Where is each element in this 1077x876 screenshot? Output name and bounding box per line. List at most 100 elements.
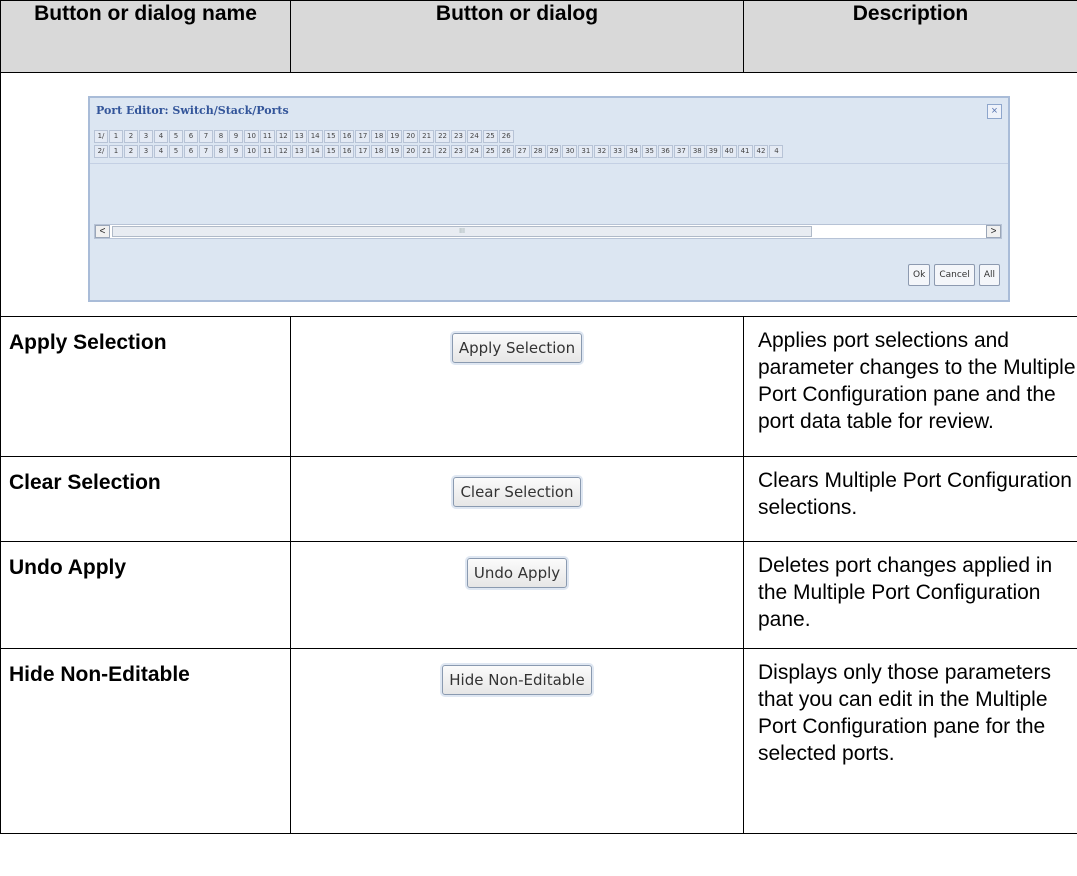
port-cell[interactable]: 42	[753, 145, 769, 158]
port-cell[interactable]: 3	[139, 130, 153, 143]
table-row: Apply Selection Apply Selection Applies …	[0, 316, 1077, 457]
port-cell[interactable]: 24	[466, 145, 482, 158]
scroll-right-icon[interactable]: >	[986, 225, 1001, 238]
port-cell[interactable]: 7	[199, 145, 213, 158]
all-button[interactable]: All	[978, 264, 1000, 286]
close-icon[interactable]: ×	[987, 104, 1002, 119]
port-cell[interactable]: 35	[642, 145, 657, 158]
port-cell[interactable]: 21	[419, 145, 435, 158]
port-cell[interactable]: 7	[199, 130, 213, 143]
row-description: Applies port selections and parameter ch…	[743, 316, 1077, 457]
row-description: Clears Multiple Port Configuration selec…	[743, 456, 1077, 542]
port-cell[interactable]: 17	[355, 130, 371, 143]
port-cell[interactable]: 21	[419, 130, 435, 143]
port-cell[interactable]: 2	[124, 145, 138, 158]
port-cell[interactable]: 19	[387, 130, 403, 143]
cancel-button[interactable]: Cancel	[934, 264, 975, 286]
port-cell[interactable]: 37	[673, 145, 689, 158]
horizontal-scrollbar[interactable]: < III >	[94, 224, 1002, 239]
port-cell[interactable]: 33	[610, 145, 626, 158]
row-button-cell: Undo Apply	[290, 541, 744, 649]
port-cell[interactable]: 4	[769, 145, 784, 158]
port-cell[interactable]: 25	[482, 130, 498, 143]
port-cell[interactable]: 39	[705, 145, 721, 158]
ok-button[interactable]: Ok	[908, 264, 931, 286]
port-cell[interactable]: 9	[229, 145, 243, 158]
scroll-left-icon[interactable]: <	[95, 225, 110, 238]
port-cell[interactable]: 14	[307, 145, 323, 158]
apply-selection-button[interactable]: Apply Selection	[451, 333, 583, 363]
port-cell[interactable]: 1	[109, 130, 123, 143]
table-row: Undo Apply Undo Apply Deletes port chang…	[0, 541, 1077, 649]
port-cell[interactable]: 31	[578, 145, 594, 158]
port-cell[interactable]: 1	[109, 145, 123, 158]
header-description: Description	[743, 0, 1077, 73]
port-cell[interactable]: 23	[450, 130, 466, 143]
port-cell[interactable]: 4	[154, 145, 168, 158]
table-header-row: Button or dialog name Button or dialog D…	[0, 0, 1077, 73]
port-cell[interactable]: 34	[626, 145, 642, 158]
port-cell[interactable]: 26	[498, 145, 514, 158]
port-cell[interactable]: 5	[169, 145, 183, 158]
port-cell[interactable]: 11	[259, 145, 275, 158]
port-cell[interactable]: 40	[721, 145, 737, 158]
port-cell[interactable]: 22	[435, 130, 450, 143]
port-cell[interactable]: 32	[594, 145, 610, 158]
port-cell[interactable]: 10	[244, 130, 259, 143]
port-cell[interactable]: 12	[275, 130, 291, 143]
port-cell[interactable]: 30	[562, 145, 578, 158]
port-cell[interactable]: 5	[169, 130, 183, 143]
port-cell[interactable]: 36	[657, 145, 673, 158]
port-cell[interactable]: 25	[482, 145, 498, 158]
port-cell[interactable]: 29	[546, 145, 562, 158]
row-name: Clear Selection	[0, 456, 291, 542]
port-cell[interactable]: 19	[387, 145, 403, 158]
scroll-thumb[interactable]: III	[112, 226, 812, 237]
port-cell[interactable]: 13	[291, 130, 307, 143]
table-row: Hide Non-Editable Hide Non-Editable Disp…	[0, 648, 1077, 834]
port-cell[interactable]: 8	[214, 130, 228, 143]
port-cell[interactable]: 15	[323, 130, 339, 143]
port-cell[interactable]: 10	[244, 145, 259, 158]
port-cell[interactable]: 18	[371, 130, 387, 143]
port-cell[interactable]: 6	[184, 130, 198, 143]
port-cell[interactable]: 18	[371, 145, 387, 158]
port-cell[interactable]: 12	[275, 145, 291, 158]
port-editor-dialog: Port Editor: Switch/Stack/Ports × 1/ 123…	[88, 96, 1010, 302]
port-cell[interactable]: 14	[307, 130, 323, 143]
port-cell[interactable]: 20	[403, 130, 419, 143]
port-cell[interactable]: 16	[339, 130, 355, 143]
port-cell[interactable]: 4	[154, 130, 168, 143]
port-cell[interactable]: 16	[339, 145, 355, 158]
port-cell[interactable]: 38	[689, 145, 705, 158]
undo-apply-button[interactable]: Undo Apply	[466, 558, 568, 588]
row-name: Apply Selection	[0, 316, 291, 457]
port-cell[interactable]: 9	[229, 130, 243, 143]
hide-non-editable-button[interactable]: Hide Non-Editable	[442, 665, 592, 695]
port-cell[interactable]: 8	[214, 145, 228, 158]
port-cell[interactable]: 6	[184, 145, 198, 158]
row-button-cell: Clear Selection	[290, 456, 744, 542]
port-cell[interactable]: 17	[355, 145, 371, 158]
port-cell[interactable]: 11	[259, 130, 275, 143]
port-cell[interactable]: 2	[124, 130, 138, 143]
header-button: Button or dialog	[290, 0, 744, 73]
port-cell[interactable]: 41	[737, 145, 753, 158]
row-name: Hide Non-Editable	[0, 648, 291, 834]
port-cell[interactable]: 3	[139, 145, 153, 158]
divider	[90, 163, 1008, 164]
port-cell[interactable]: 24	[466, 130, 482, 143]
port-cell[interactable]: 23	[450, 145, 466, 158]
row-description: Displays only those parameters that you …	[743, 648, 1077, 834]
port-cell[interactable]: 22	[435, 145, 450, 158]
port-cell[interactable]: 27	[514, 145, 530, 158]
port-cell[interactable]: 13	[291, 145, 307, 158]
port-cell[interactable]: 20	[403, 145, 419, 158]
row-name: Undo Apply	[0, 541, 291, 649]
row-description: Deletes port changes applied in the Mult…	[743, 541, 1077, 649]
clear-selection-button[interactable]: Clear Selection	[453, 477, 581, 507]
port-row-unit-2: 2/ 1 2 3 4 5 6 7 8 9 10 11 12 13 14 15 16 17 18 19 20 21 22 23…	[94, 145, 1006, 158]
port-cell[interactable]: 26	[498, 130, 514, 143]
port-cell[interactable]: 28	[530, 145, 546, 158]
port-cell[interactable]: 15	[323, 145, 339, 158]
